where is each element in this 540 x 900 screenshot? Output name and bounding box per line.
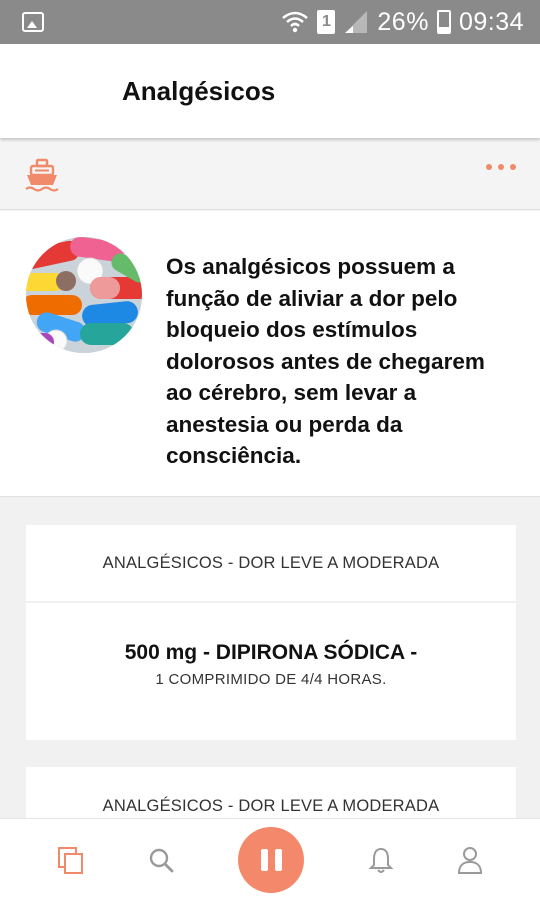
bell-icon[interactable] xyxy=(366,845,396,875)
medication-card[interactable]: ANALGÉSICOS - DOR LEVE A MODERADA 500 mg… xyxy=(26,525,516,740)
bottom-navigation xyxy=(0,818,540,900)
medication-instruction: 1 COMPRIMIDO DE 4/4 HORAS. xyxy=(155,671,387,688)
card-category: ANALGÉSICOS - DOR LEVE A MODERADA xyxy=(26,525,516,603)
battery-percent: 26% xyxy=(377,7,429,36)
status-bar: 1 26% 09:34 xyxy=(0,0,540,44)
ship-icon[interactable] xyxy=(24,156,60,192)
toolbar xyxy=(0,140,540,210)
pages-icon[interactable] xyxy=(56,845,86,875)
title-bar: Analgésicos xyxy=(0,44,540,138)
signal-icon xyxy=(345,11,368,33)
pause-icon xyxy=(260,849,268,871)
wifi-icon xyxy=(282,11,309,33)
intro-section: Os analgésicos possuem a função de alivi… xyxy=(0,211,540,497)
pause-button[interactable] xyxy=(238,827,304,893)
gallery-icon xyxy=(22,12,44,32)
clock: 09:34 xyxy=(458,7,524,36)
battery-icon xyxy=(436,10,451,34)
pills-image xyxy=(26,237,142,353)
page-title: Analgésicos xyxy=(122,76,276,106)
more-options-icon[interactable] xyxy=(486,164,516,170)
sim-icon: 1 xyxy=(317,10,336,34)
medication-dose: 500 mg - DIPIRONA SÓDICA - xyxy=(124,641,418,664)
user-icon[interactable] xyxy=(455,845,485,875)
intro-description: Os analgésicos possuem a função de alivi… xyxy=(166,254,485,468)
search-icon[interactable] xyxy=(146,845,176,875)
